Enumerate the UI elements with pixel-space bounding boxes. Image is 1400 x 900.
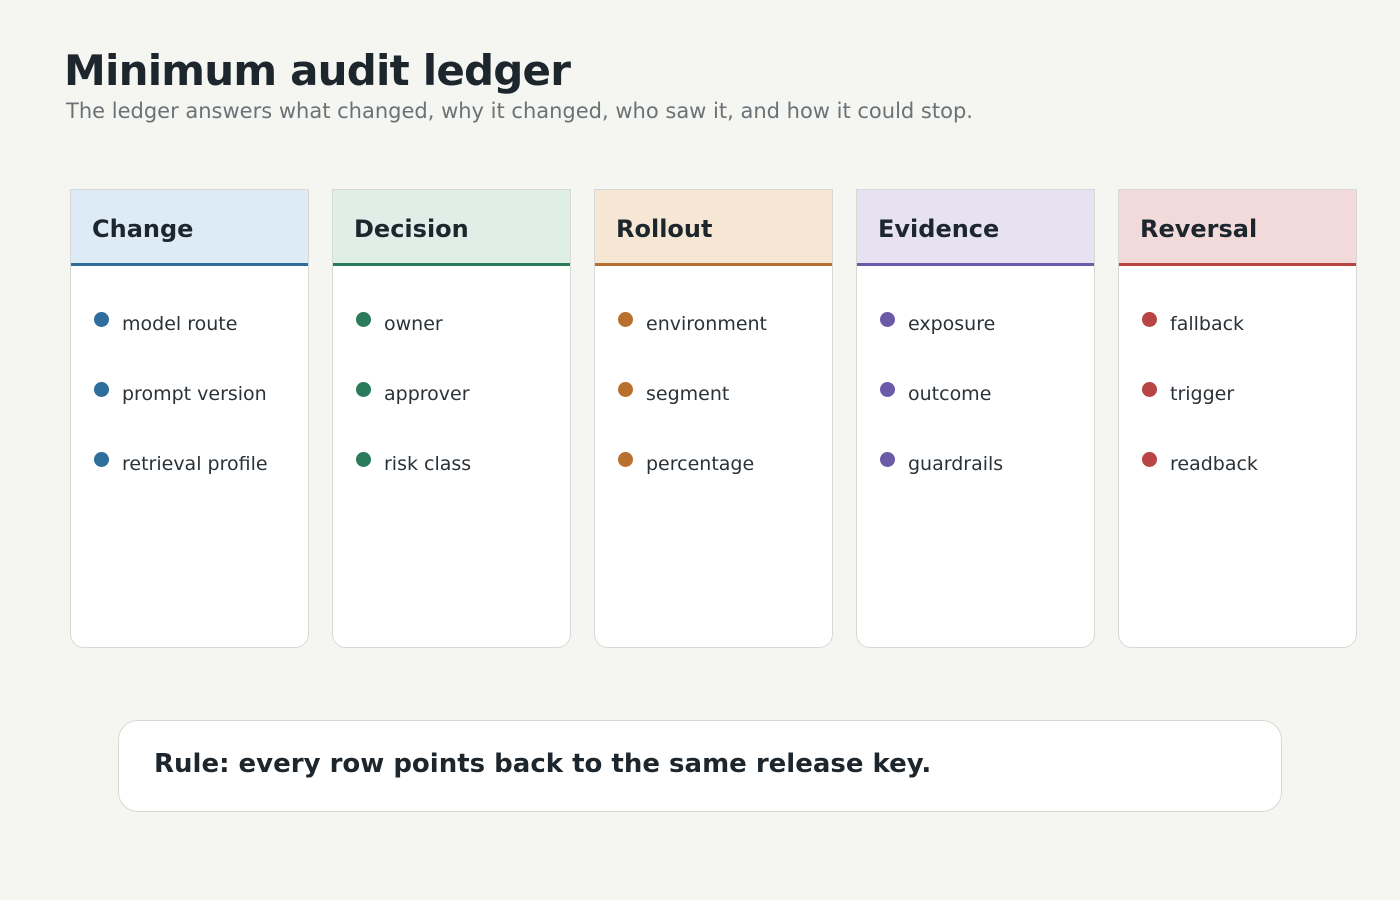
bullet-dot-icon [618,382,633,397]
bullet-dot-icon [880,382,895,397]
bullet-dot-icon [94,382,109,397]
list-item: guardrails [857,452,1094,476]
list-item: model route [71,312,308,336]
bullet-dot-icon [1142,382,1157,397]
list-item: outcome [857,382,1094,406]
list-item: readback [1119,452,1356,476]
list-item-label: prompt version [122,383,267,405]
list-item-label: outcome [908,383,992,405]
bullet-dot-icon [880,452,895,467]
ledger-columns: Change model route prompt version retrieval… [70,189,1360,651]
bullet-dot-icon [94,312,109,327]
bullet-dot-icon [1142,312,1157,327]
column-evidence: Evidence exposure outcome guardrails [856,189,1095,648]
bullet-dot-icon [356,312,371,327]
list-item: percentage [595,452,832,476]
column-header-decision: Decision [333,190,570,266]
column-header-reversal: Reversal [1119,190,1356,266]
list-item: segment [595,382,832,406]
column-decision: Decision owner approver risk class [332,189,571,648]
list-item: owner [333,312,570,336]
bullet-dot-icon [880,312,895,327]
bullet-dot-icon [1142,452,1157,467]
list-item-label: owner [384,313,443,335]
list-item: risk class [333,452,570,476]
list-item-label: trigger [1170,383,1235,405]
list-item-label: fallback [1170,313,1245,335]
column-header-rollout: Rollout [595,190,832,266]
list-item: exposure [857,312,1094,336]
list-item-label: guardrails [908,453,1004,475]
list-item-label: segment [646,383,730,405]
rule-box: Rule: every row points back to the same … [118,720,1282,812]
list-item-label: exposure [908,313,996,335]
list-item: approver [333,382,570,406]
bullet-dot-icon [356,382,371,397]
list-item-label: retrieval profile [122,453,268,475]
list-item-label: environment [646,313,768,335]
column-change: Change model route prompt version retrieval… [70,189,309,648]
column-header-change: Change [71,190,308,266]
bullet-dot-icon [618,312,633,327]
rule-text: Rule: every row points back to the same … [154,749,932,779]
bullet-dot-icon [618,452,633,467]
bullet-dot-icon [356,452,371,467]
list-item-label: readback [1170,453,1258,475]
list-item-label: risk class [384,453,472,475]
column-header-evidence: Evidence [857,190,1094,266]
list-item-label: model route [122,313,238,335]
list-item-label: percentage [646,453,755,475]
page-title: Minimum audit ledger [64,46,571,95]
page-subtitle: The ledger answers what changed, why it … [66,99,973,123]
column-rollout: Rollout environment segment percentage [594,189,833,648]
list-item: fallback [1119,312,1356,336]
list-item: trigger [1119,382,1356,406]
list-item: prompt version [71,382,308,406]
list-item: retrieval profile [71,452,308,476]
list-item-label: approver [384,383,470,405]
list-item: environment [595,312,832,336]
column-reversal: Reversal fallback trigger readback [1118,189,1357,648]
bullet-dot-icon [94,452,109,467]
